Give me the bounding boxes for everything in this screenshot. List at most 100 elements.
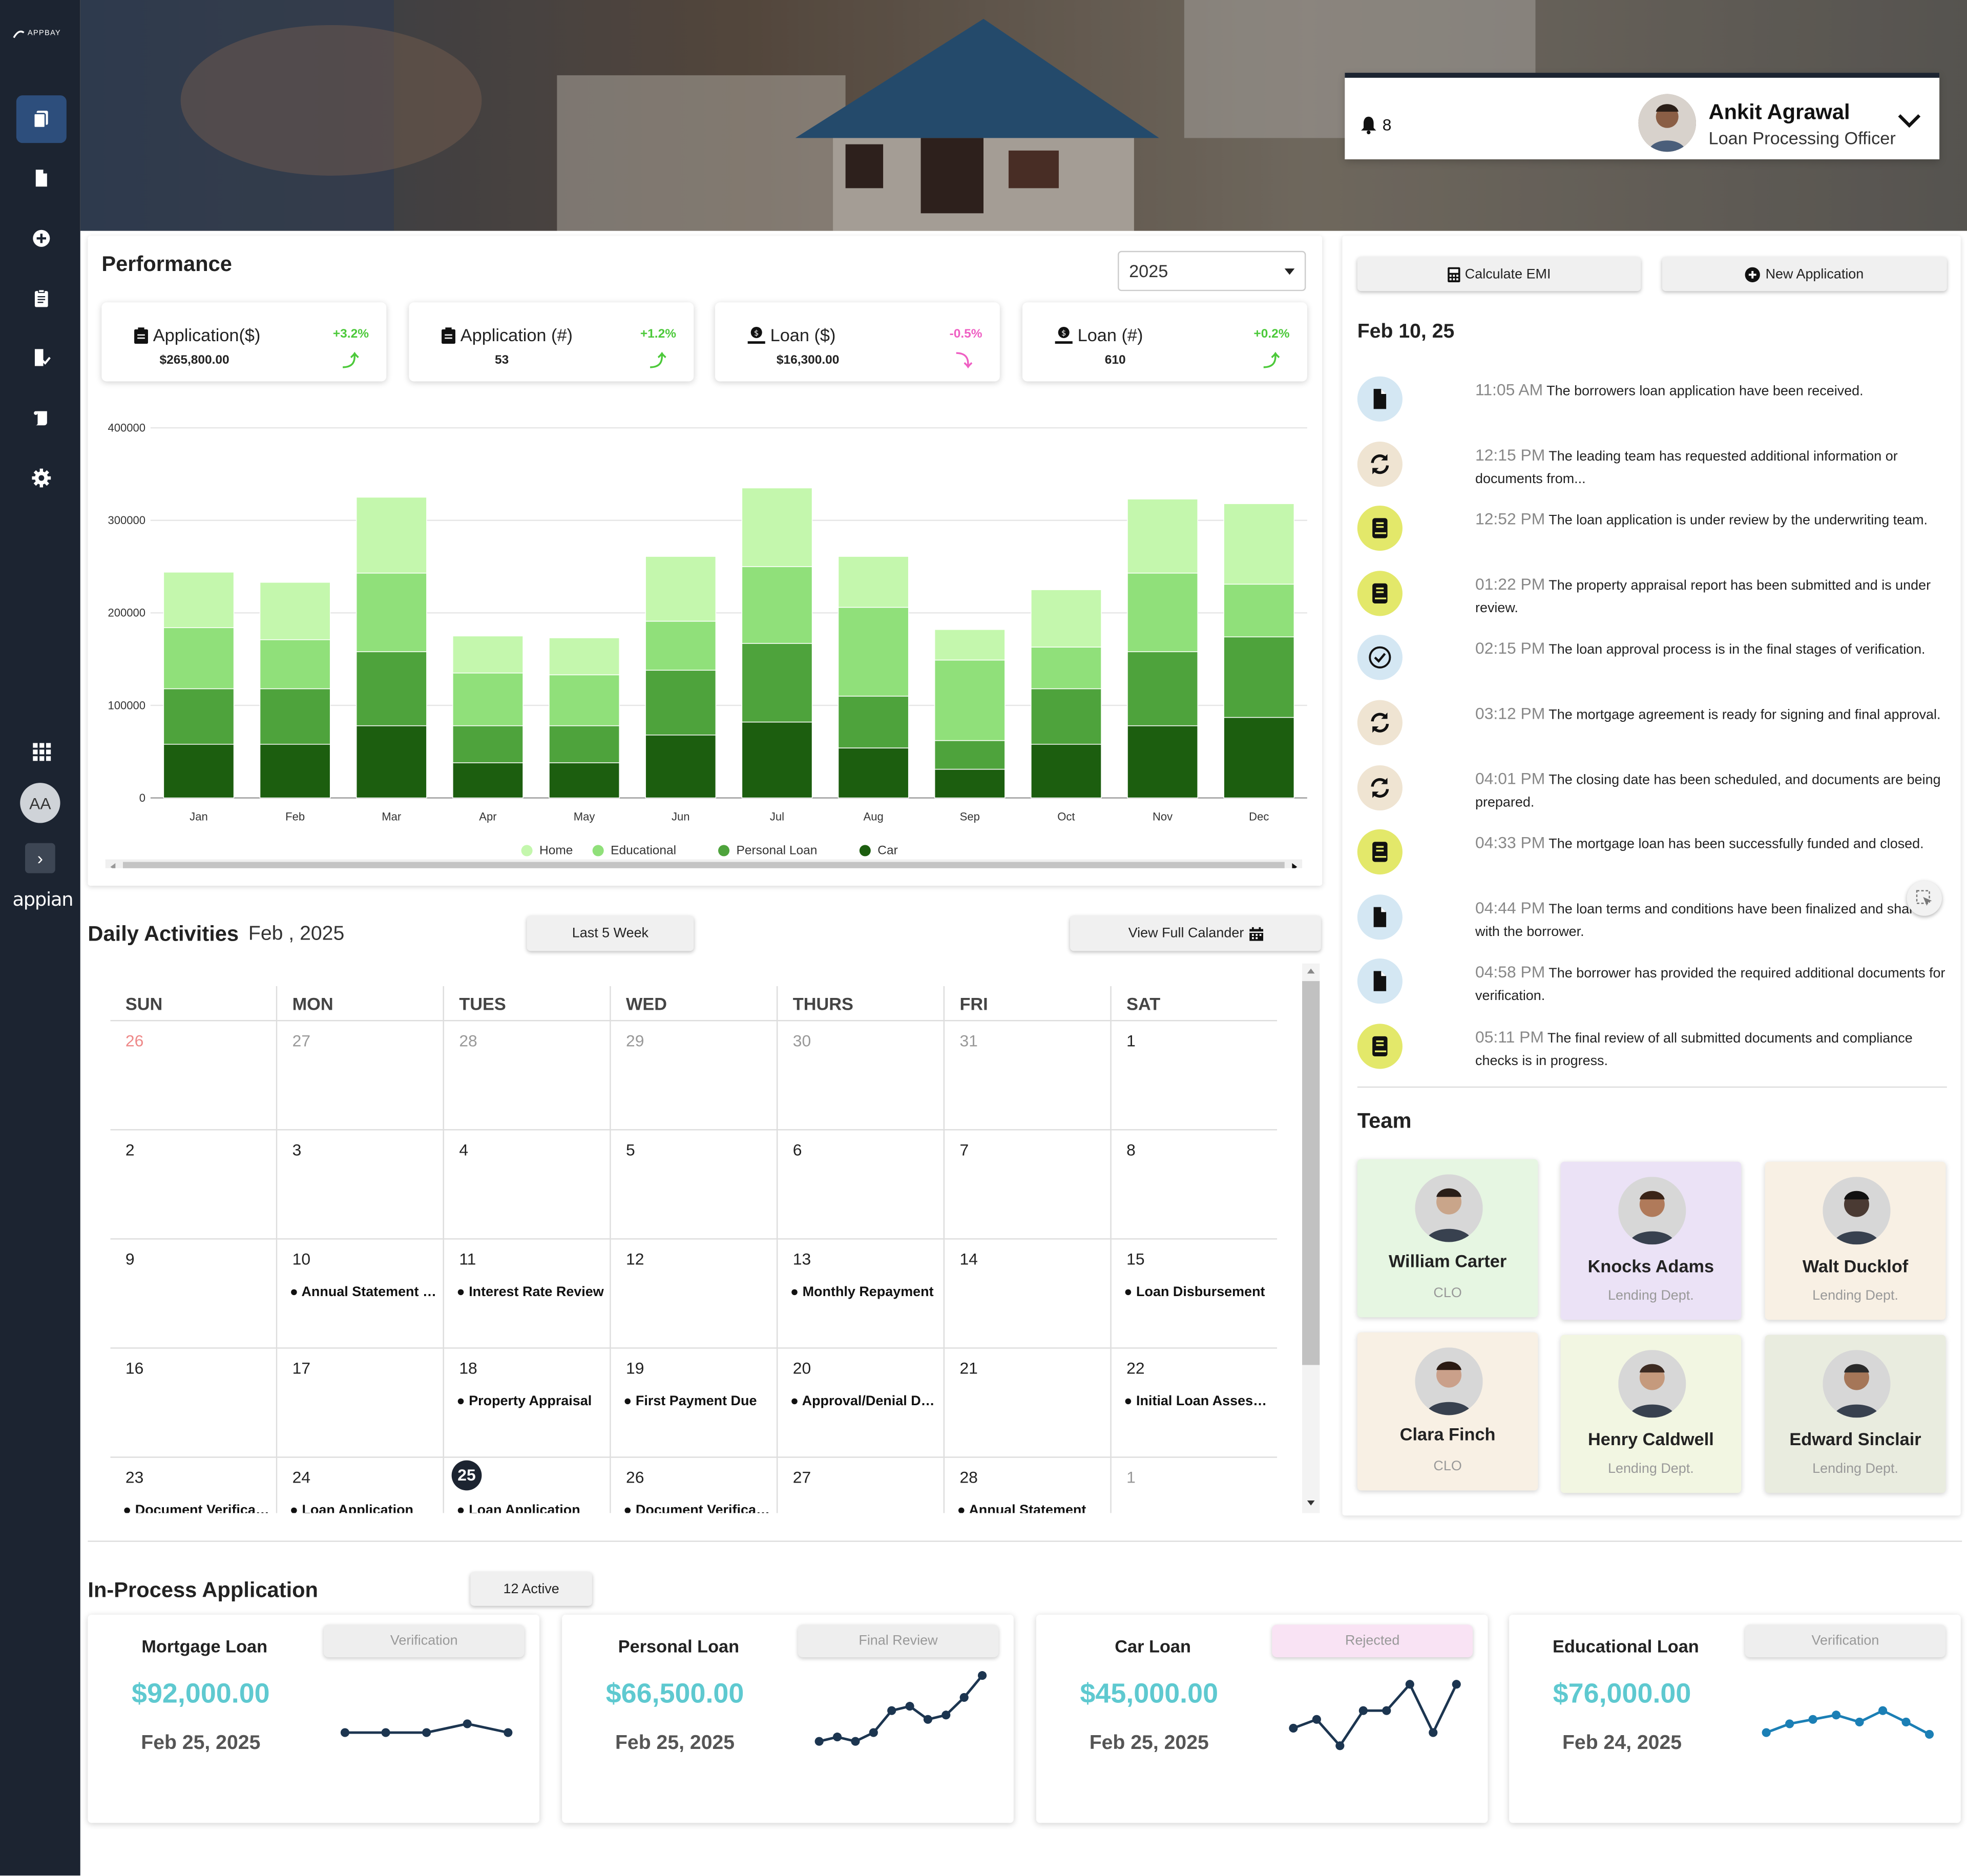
bar-segment-car[interactable] [934, 768, 1006, 799]
calendar-event[interactable]: ● Monthly Repayment [790, 1285, 938, 1300]
calendar-day[interactable]: 20 ● Approval/Denial Decision [778, 1348, 945, 1458]
file-nav-button[interactable] [16, 154, 67, 202]
calendar-event[interactable]: ● Initial Loan Assessment [1124, 1394, 1272, 1409]
calendar-day[interactable]: 10 ● Annual Statement Review [277, 1239, 444, 1349]
bar-segment-personal-loan[interactable] [934, 740, 1006, 770]
bar-segment-personal-loan[interactable] [741, 643, 813, 723]
clipboard-nav-button[interactable] [16, 275, 67, 322]
calendar-event[interactable]: ● Interest Rate Review [456, 1285, 604, 1300]
calendar-day[interactable]: 25 ● Loan Application [444, 1457, 611, 1513]
expand-sidebar-button[interactable]: › [25, 843, 55, 873]
calendar-event[interactable]: ● Document Verification [123, 1503, 271, 1513]
documents-nav-button[interactable] [16, 95, 67, 143]
calendar-day[interactable]: 30 [778, 1021, 945, 1131]
calendar-day[interactable]: 28 ● Annual Statement [945, 1457, 1112, 1513]
bar-segment-personal-loan[interactable] [163, 688, 235, 745]
calendar-day[interactable]: 5 [611, 1130, 778, 1240]
bar-segment-car[interactable] [1031, 744, 1102, 799]
bar-segment-home[interactable] [549, 637, 620, 676]
calendar-day[interactable]: 1 [1112, 1458, 1277, 1513]
bar-segment-educational[interactable] [838, 607, 909, 697]
calendar-day[interactable]: 14 [945, 1239, 1112, 1349]
calendar-event[interactable]: ● Property Appraisal [456, 1394, 604, 1409]
calendar-day[interactable]: 17 [277, 1348, 444, 1458]
timeline-item[interactable]: 03:12 PM The mortgage agreement is ready… [1357, 700, 1960, 756]
bar-segment-home[interactable] [741, 487, 813, 567]
application-card[interactable]: Educational Loan Verification $76,000.00 Fe… [1509, 1614, 1961, 1823]
calendar-day[interactable]: 3 [277, 1130, 444, 1240]
add-nav-button[interactable] [16, 215, 67, 262]
calendar-event[interactable]: ● Annual Statement [957, 1503, 1105, 1513]
bar-segment-educational[interactable] [741, 566, 813, 644]
bar-segment-educational[interactable] [452, 672, 524, 726]
bar-segment-educational[interactable] [934, 659, 1006, 741]
bar-segment-home[interactable] [355, 496, 427, 574]
legend-label[interactable]: Educational [611, 844, 676, 858]
bar-segment-educational[interactable] [549, 674, 620, 726]
timeline-item[interactable]: 12:52 PM The loan application is under r… [1357, 506, 1960, 561]
bar-segment-home[interactable] [259, 581, 331, 640]
team-member-card[interactable]: Edward Sinclair Lending Dept. [1765, 1335, 1946, 1493]
calendar-day[interactable]: 15 ● Loan Disbursement [1111, 1240, 1278, 1349]
new-application-button[interactable]: New Application [1662, 257, 1947, 291]
calendar-event[interactable]: ● Annual Statement Review [290, 1285, 438, 1300]
calendar-day[interactable]: 26 ● Document Verification [611, 1457, 778, 1513]
bar-segment-car[interactable] [838, 747, 909, 799]
calendar-day[interactable]: 27 [277, 1021, 444, 1131]
bar-segment-educational[interactable] [355, 572, 427, 652]
bar-segment-personal-loan[interactable] [452, 725, 524, 763]
bar-segment-personal-loan[interactable] [1223, 636, 1295, 718]
bar-segment-home[interactable] [934, 629, 1006, 661]
bar-segment-car[interactable] [549, 762, 620, 799]
building-nav-button[interactable] [16, 333, 67, 381]
application-card[interactable]: Personal Loan Final Review $66,500.00 Feb 2… [562, 1614, 1014, 1823]
calendar-day[interactable]: 23 ● Document Verification [111, 1457, 278, 1513]
bar-segment-personal-loan[interactable] [1127, 651, 1198, 726]
bar-segment-educational[interactable] [1223, 583, 1295, 638]
calendar-day[interactable]: 22 ● Initial Loan Assessment [1111, 1349, 1278, 1458]
bar-segment-educational[interactable] [163, 627, 235, 690]
legend-label[interactable]: Personal Loan [737, 844, 818, 858]
active-count-badge[interactable]: 12 Active [470, 1572, 592, 1606]
legend-label[interactable]: Home [539, 844, 573, 858]
application-card[interactable]: Car Loan Rejected $45,000.00 Feb 25, 2025 [1036, 1614, 1488, 1823]
calendar-day[interactable]: 4 [444, 1130, 611, 1240]
calendar-day[interactable]: 12 [611, 1239, 778, 1349]
calendar-day[interactable]: 27 [778, 1457, 945, 1513]
bar-segment-car[interactable] [741, 721, 813, 799]
team-member-card[interactable]: Walt Ducklof Lending Dept. [1765, 1161, 1946, 1320]
calendar-scrollbar[interactable] [1302, 963, 1320, 1513]
bar-segment-home[interactable] [452, 635, 524, 674]
calendar-day[interactable]: 26 [110, 1021, 278, 1131]
calendar-day[interactable]: 7 [945, 1130, 1112, 1240]
calendar-day[interactable]: 9 [110, 1239, 278, 1349]
calendar-day[interactable]: 8 [1111, 1131, 1278, 1240]
user-avatar[interactable]: AA [20, 783, 60, 823]
timeline-item[interactable]: 04:33 PM The mortgage loan has been succ… [1357, 829, 1960, 885]
timeline-item[interactable]: 04:01 PM The closing date has been sched… [1357, 764, 1960, 820]
calendar-day[interactable]: 16 [110, 1348, 278, 1458]
team-member-card[interactable]: Clara Finch CLO [1357, 1332, 1538, 1491]
timeline-item[interactable]: 01:22 PM The property appraisal report h… [1357, 570, 1960, 626]
calculate-emi-button[interactable]: Calculate EMI [1357, 257, 1641, 291]
pointer-select-button[interactable] [1907, 881, 1942, 916]
chevron-down-icon[interactable] [1897, 112, 1922, 129]
calendar-day[interactable]: 18 ● Property Appraisal [444, 1348, 611, 1458]
bar-segment-home[interactable] [1031, 589, 1102, 648]
team-member-card[interactable]: Henry Caldwell Lending Dept. [1560, 1335, 1742, 1493]
calendar-event[interactable]: ● Loan Application [456, 1503, 604, 1513]
bar-segment-car[interactable] [259, 744, 331, 799]
application-card[interactable]: Mortgage Loan Verification $92,000.00 Feb 2… [88, 1614, 540, 1823]
scroll-up-icon[interactable] [1307, 968, 1315, 974]
calendar-event[interactable]: ● Approval/Denial Decision [790, 1394, 938, 1409]
bar-segment-car[interactable] [1127, 725, 1198, 799]
calendar-event[interactable]: ● Document Verification [623, 1503, 771, 1513]
bar-segment-personal-loan[interactable] [259, 688, 331, 745]
view-full-calendar-button[interactable]: View Full Calander [1070, 915, 1321, 951]
timeline-item[interactable]: 04:58 PM The borrower has provided the r… [1357, 958, 1960, 1014]
calendar-day[interactable]: 1 [1111, 1021, 1278, 1131]
chart-scroll-thumb[interactable] [123, 862, 1285, 868]
timeline-item[interactable]: 02:15 PM The loan approval process is in… [1357, 635, 1960, 691]
team-member-card[interactable]: Knocks Adams Lending Dept. [1560, 1161, 1742, 1320]
timeline-item[interactable]: 05:11 PM The final review of all submitt… [1357, 1024, 1960, 1079]
